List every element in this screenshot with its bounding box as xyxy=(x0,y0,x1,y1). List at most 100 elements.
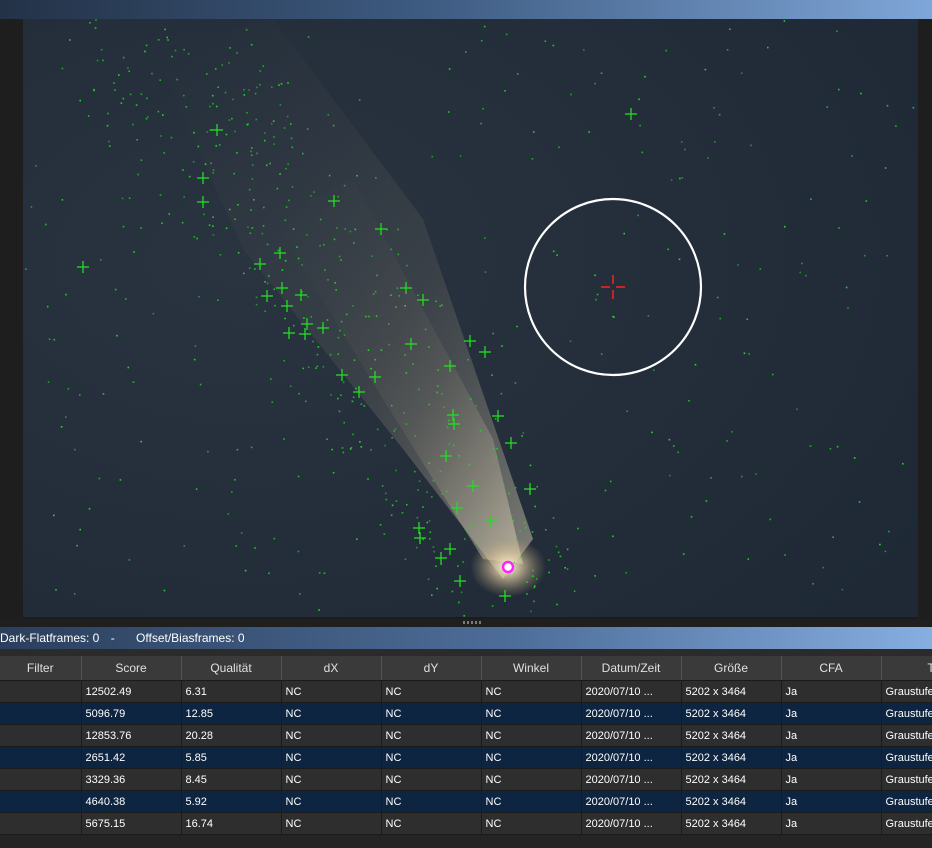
star-dot xyxy=(459,155,462,157)
star-dot xyxy=(767,46,769,49)
star-dot xyxy=(799,271,801,274)
star-dot xyxy=(858,501,861,503)
star-dot xyxy=(193,131,195,134)
star-dot xyxy=(573,590,576,592)
star-dot xyxy=(670,179,673,181)
star-dot xyxy=(251,178,254,180)
star-dot xyxy=(609,480,612,483)
table-row[interactable]: 5675.15 16.74 NC NC NC 2020/07/10 ... 5202 x 3… xyxy=(0,812,932,835)
star-dot xyxy=(74,448,76,451)
image-viewer[interactable] xyxy=(0,19,932,619)
star-dot xyxy=(492,332,494,335)
star-dot xyxy=(651,431,653,434)
cell-angle: NC xyxy=(481,724,582,747)
table-row[interactable]: 12502.49 6.31 NC NC NC 2020/07/10 ... 5202 x 3… xyxy=(0,680,932,703)
star-dot xyxy=(159,79,161,81)
comet-image[interactable] xyxy=(23,19,918,617)
column-header-dx[interactable]: dX xyxy=(281,656,382,681)
star-dot xyxy=(412,363,414,365)
star-dot xyxy=(79,528,81,531)
star-dot xyxy=(432,479,435,482)
star-dot xyxy=(465,51,467,53)
star-dot xyxy=(432,546,435,548)
column-header-size[interactable]: Größe xyxy=(681,656,782,681)
star-dot xyxy=(287,163,289,166)
splitter-grip-icon[interactable] xyxy=(463,621,481,624)
table-row[interactable]: 3329.36 8.45 NC NC NC 2020/07/10 ... 5202 x 34… xyxy=(0,768,932,791)
star-dot xyxy=(255,296,258,299)
star-dot xyxy=(109,145,111,147)
cell-filter xyxy=(0,790,82,813)
star-dot xyxy=(801,262,803,265)
table-row[interactable]: 4640.38 5.92 NC NC NC 2020/07/10 ... 5202 x 34… xyxy=(0,790,932,813)
star-dot xyxy=(829,448,832,450)
table-row[interactable]: 12853.76 20.28 NC NC NC 2020/07/10 ... 5202 x … xyxy=(0,724,932,747)
star-dot xyxy=(279,104,282,106)
column-header-filter[interactable]: Filter xyxy=(0,656,82,681)
star-dot xyxy=(203,213,205,216)
star-dot xyxy=(98,477,101,480)
column-header-datetime[interactable]: Datum/Zeit xyxy=(581,656,682,681)
cell-depth: Graustufe xyxy=(881,702,932,725)
cell-size: 5202 x 3464 xyxy=(681,680,782,703)
star-dot xyxy=(147,116,149,118)
star-dot xyxy=(394,428,397,430)
star-dot xyxy=(255,303,258,306)
star-dot xyxy=(429,531,432,534)
star-dot xyxy=(285,206,288,208)
star-dot xyxy=(266,243,269,246)
cell-cfa: Ja xyxy=(781,768,882,791)
column-header-angle[interactable]: Winkel xyxy=(481,656,582,681)
star-dot xyxy=(128,70,130,72)
column-header-dy[interactable]: dY xyxy=(381,656,482,681)
column-header-depth[interactable]: Tiefe xyxy=(881,656,932,681)
star-dot xyxy=(436,587,438,590)
table-row[interactable]: 2651.42 5.85 NC NC NC 2020/07/10 ... 5202 x 34… xyxy=(0,746,932,769)
column-header-cfa[interactable]: CFA xyxy=(781,656,882,681)
star-dot xyxy=(217,299,219,301)
star-dot xyxy=(443,406,446,409)
star-dot xyxy=(250,446,253,449)
star-dot xyxy=(530,610,532,613)
star-dot xyxy=(451,590,454,593)
comet-nucleus-marker[interactable] xyxy=(501,560,515,574)
star-dot xyxy=(323,244,325,246)
column-header-score[interactable]: Score xyxy=(81,656,182,681)
panel-splitter[interactable] xyxy=(0,619,932,627)
cell-cfa: Ja xyxy=(781,680,882,703)
star-dot xyxy=(552,250,555,253)
star-dot xyxy=(473,524,476,527)
table-row[interactable]: 5096.79 12.85 NC NC NC 2020/07/10 ... 5202 x 3… xyxy=(0,702,932,725)
star-dot xyxy=(557,551,560,554)
star-dot xyxy=(496,447,498,450)
star-dot xyxy=(480,39,483,42)
star-dot xyxy=(322,366,325,368)
star-dot xyxy=(376,428,379,431)
star-dot xyxy=(53,514,55,517)
star-dot xyxy=(566,568,569,570)
star-dot xyxy=(93,89,95,92)
star-dot xyxy=(370,449,372,451)
image-canvas[interactable] xyxy=(23,19,918,617)
cell-angle: NC xyxy=(481,702,582,725)
star-dot xyxy=(482,107,484,110)
star-dot xyxy=(448,68,451,70)
star-dot xyxy=(437,369,439,371)
star-dot xyxy=(359,441,361,443)
star-dot xyxy=(435,300,437,303)
star-dot xyxy=(182,169,184,171)
star-dot xyxy=(644,75,646,78)
cell-datetime: 2020/07/10 ... xyxy=(581,812,682,835)
star-dot xyxy=(328,174,331,177)
star-dot xyxy=(836,445,839,448)
star-dot xyxy=(912,106,915,109)
star-dot xyxy=(135,104,138,106)
cell-filter xyxy=(0,768,82,791)
column-header-quality[interactable]: Qualität xyxy=(181,656,282,681)
frame-list-table[interactable]: Filter Score Qualität dX dY Winkel Datum… xyxy=(0,656,932,848)
star-dot xyxy=(108,140,110,143)
cell-dy: NC xyxy=(381,746,482,769)
star-dot xyxy=(157,39,160,41)
star-dot xyxy=(414,470,416,473)
star-dot xyxy=(206,131,209,133)
